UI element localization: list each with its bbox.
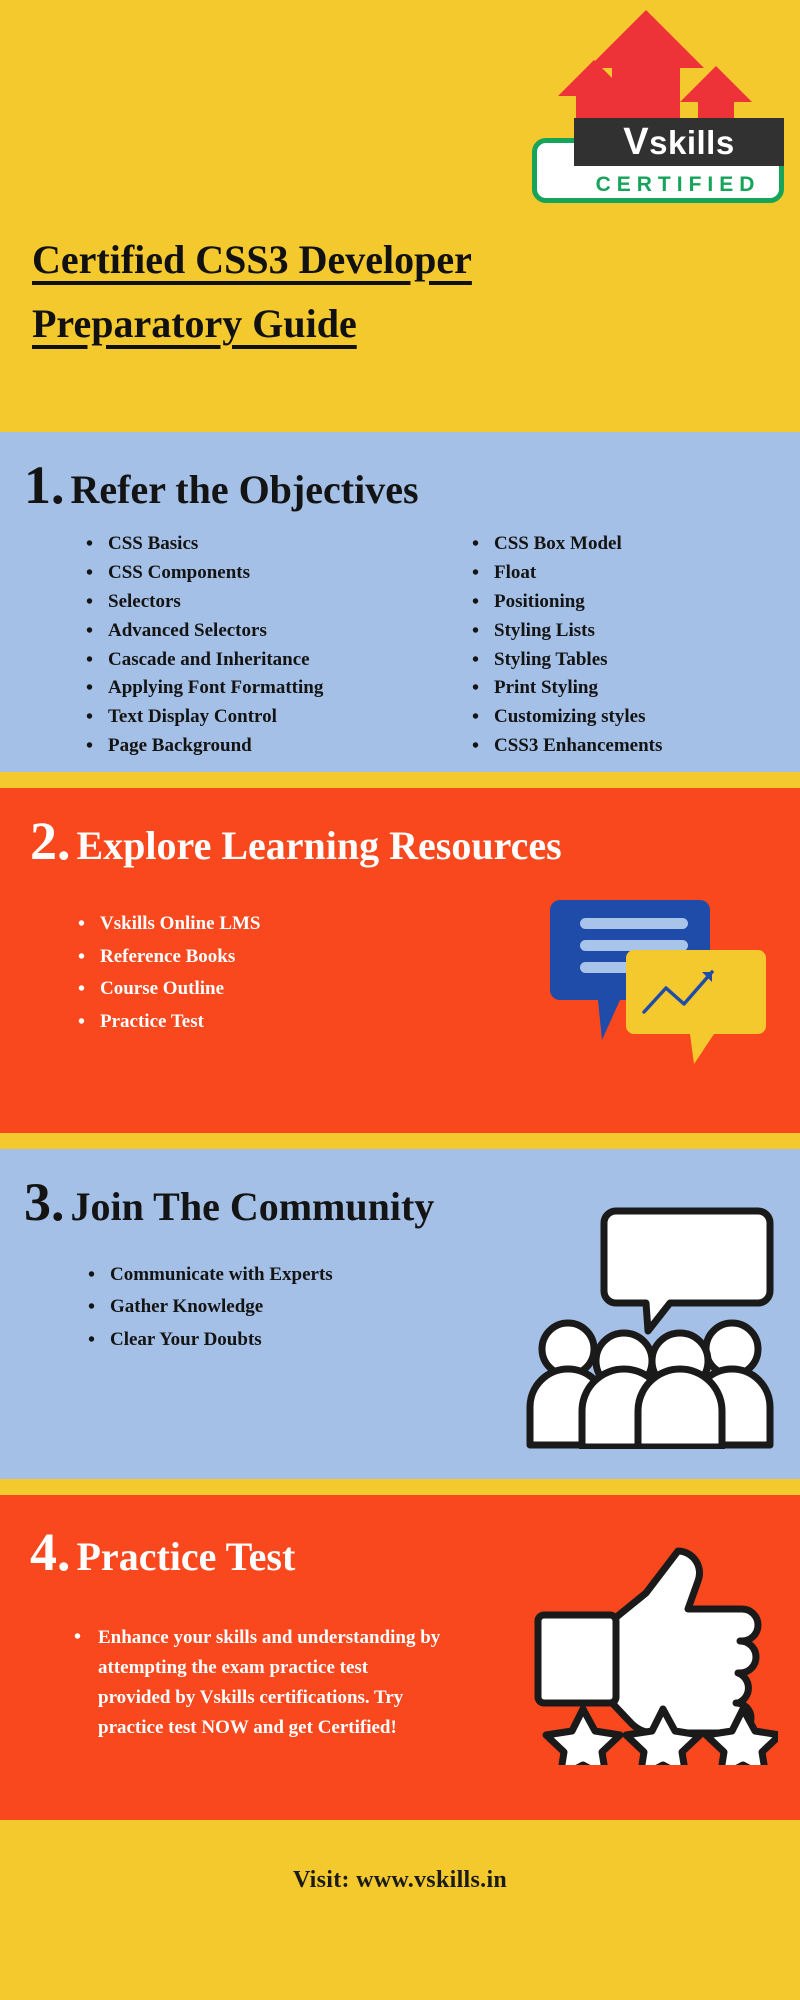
section-1-heading: 1 . Refer the Objectives bbox=[24, 458, 419, 512]
list-item: Float bbox=[472, 558, 772, 588]
divider-4 bbox=[0, 1479, 800, 1495]
section-4-title: Practice Test bbox=[76, 1534, 296, 1579]
page-title-line2: Preparatory Guide bbox=[32, 301, 357, 346]
list-item: Clear Your Doubts bbox=[88, 1323, 488, 1357]
section-2-title: Explore Learning Resources bbox=[76, 823, 562, 868]
section-1-number: 1 bbox=[24, 455, 51, 515]
list-item: Reference Books bbox=[78, 940, 458, 974]
footer-visit-text[interactable]: Visit: www.vskills.in bbox=[293, 1867, 507, 1894]
list-item: Print Styling bbox=[472, 673, 772, 703]
vskills-badge: CERTIFIED V skills bbox=[532, 118, 784, 203]
section-4-dot: . bbox=[57, 1522, 71, 1582]
page-title: Certified CSS3 Developer Preparatory Gui… bbox=[32, 240, 732, 368]
list-item: Text Display Control bbox=[86, 702, 386, 732]
list-item: Practice Test bbox=[78, 1005, 458, 1039]
list-item: CSS Basics bbox=[86, 529, 386, 559]
list-item: Page Background bbox=[86, 731, 386, 761]
page-title-line1: Certified CSS3 Developer bbox=[32, 237, 472, 282]
community-list: Communicate with Experts Gather Knowledg… bbox=[88, 1258, 488, 1357]
list-item: Gather Knowledge bbox=[88, 1290, 488, 1324]
speech-bubbles-icon bbox=[550, 900, 766, 1064]
section-3-number: 3 bbox=[24, 1172, 51, 1232]
section-refer-the-objectives: 1 . Refer the Objectives CSS Basics CSS … bbox=[0, 432, 800, 772]
thumbs-up-stars-icon bbox=[534, 1547, 778, 1765]
list-item: Communicate with Experts bbox=[88, 1258, 488, 1292]
list-item: Styling Tables bbox=[472, 645, 772, 675]
objectives-list-right: CSS Box Model Float Positioning Styling … bbox=[472, 529, 772, 761]
list-item: Positioning bbox=[472, 587, 772, 617]
section-join-the-community: 3 . Join The Community Communicate with … bbox=[0, 1149, 800, 1479]
section-3-heading: 3 . Join The Community bbox=[24, 1175, 434, 1229]
certified-text: CERTIFIED bbox=[578, 168, 778, 200]
list-item: Styling Lists bbox=[472, 616, 772, 646]
section-2-heading: 2 . Explore Learning Resources bbox=[30, 814, 562, 868]
objectives-column-right: CSS Box Model Float Positioning Styling … bbox=[472, 529, 772, 761]
vskills-wordmark: V skills bbox=[574, 118, 784, 166]
list-item: Vskills Online LMS bbox=[78, 907, 458, 941]
practice-test-list: Enhance your skills and understanding by… bbox=[74, 1622, 444, 1743]
section-practice-test: 4 . Practice Test Enhance your skills an… bbox=[0, 1495, 800, 1820]
wordmark-skills: skills bbox=[649, 123, 735, 161]
divider-2 bbox=[0, 772, 800, 788]
section-3-title: Join The Community bbox=[70, 1184, 435, 1229]
list-item: Selectors bbox=[86, 587, 386, 617]
list-item: CSS Box Model bbox=[472, 529, 772, 559]
divider-1 bbox=[0, 418, 800, 432]
footer-bar: Visit: www.vskills.in bbox=[0, 1820, 800, 1940]
resources-list: Vskills Online LMS Reference Books Cours… bbox=[78, 907, 458, 1039]
wordmark-v: V bbox=[623, 121, 650, 163]
list-item: Applying Font Formatting bbox=[86, 673, 386, 703]
section-4-number: 4 bbox=[30, 1522, 57, 1582]
objectives-columns: CSS Basics CSS Components Selectors Adva… bbox=[86, 529, 786, 761]
list-item: Advanced Selectors bbox=[86, 616, 386, 646]
section-2-dot: . bbox=[57, 811, 71, 871]
list-item: Course Outline bbox=[78, 972, 458, 1006]
section-2-number: 2 bbox=[30, 811, 57, 871]
section-3-dot: . bbox=[51, 1172, 65, 1232]
section-1-title: Refer the Objectives bbox=[70, 467, 419, 512]
objectives-list-left: CSS Basics CSS Components Selectors Adva… bbox=[86, 529, 386, 761]
certified-label: CERTIFIED bbox=[595, 172, 761, 196]
red-upward-arrows-icon bbox=[558, 10, 752, 128]
header-banner: CERTIFIED V skills Certified CSS3 Develo… bbox=[0, 0, 800, 418]
people-group-icon bbox=[526, 1207, 774, 1449]
section-explore-learning-resources: 2 . Explore Learning Resources Vskills O… bbox=[0, 788, 800, 1133]
vskills-logo: CERTIFIED V skills bbox=[518, 8, 788, 213]
infographic-page: CERTIFIED V skills Certified CSS3 Develo… bbox=[0, 0, 800, 2000]
list-item: Enhance your skills and understanding by… bbox=[74, 1622, 444, 1743]
objectives-column-left: CSS Basics CSS Components Selectors Adva… bbox=[86, 529, 386, 761]
divider-3 bbox=[0, 1133, 800, 1149]
section-1-dot: . bbox=[51, 455, 65, 515]
section-4-heading: 4 . Practice Test bbox=[30, 1525, 295, 1579]
list-item: Customizing styles bbox=[472, 702, 772, 732]
list-item: CSS3 Enhancements bbox=[472, 731, 772, 761]
list-item: Cascade and Inheritance bbox=[86, 645, 386, 675]
list-item: CSS Components bbox=[86, 558, 386, 588]
